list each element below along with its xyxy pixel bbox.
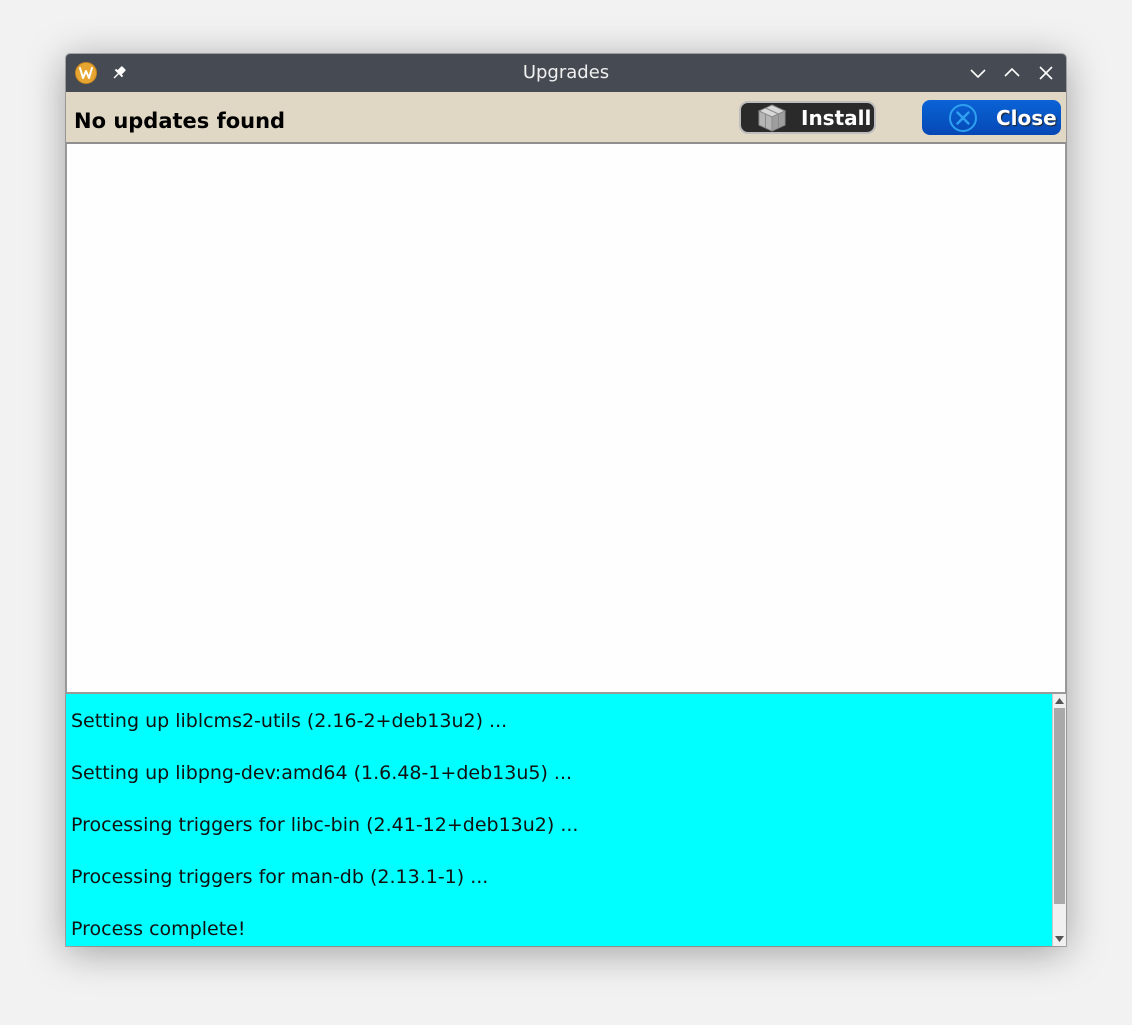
close-button[interactable]: Close	[922, 100, 1061, 135]
upgrades-window: Upgrades No updates found Install Close …	[66, 54, 1066, 946]
log-line: Processing triggers for man-db (2.13.1-1…	[71, 866, 489, 888]
log-scrollbar[interactable]	[1052, 694, 1066, 946]
title-bar[interactable]: Upgrades	[66, 54, 1066, 92]
scroll-down-icon	[1055, 936, 1064, 942]
log-lines: Setting up liblcms2-utils (2.16-2+deb13u…	[71, 710, 1041, 946]
install-button[interactable]: Install	[739, 101, 876, 134]
maximize-button[interactable]	[1002, 63, 1022, 83]
app-logo-icon[interactable]	[75, 62, 97, 84]
close-icon	[1039, 66, 1053, 80]
log-line: Setting up liblcms2-utils (2.16-2+deb13u…	[71, 710, 508, 732]
minimize-button[interactable]	[968, 63, 988, 83]
scroll-down-button[interactable]	[1053, 932, 1066, 946]
log-line: Process complete!	[71, 918, 246, 940]
status-message: No updates found	[74, 109, 286, 133]
log-output[interactable]: Setting up liblcms2-utils (2.16-2+deb13u…	[66, 694, 1066, 946]
close-window-button[interactable]	[1036, 63, 1056, 83]
scroll-up-button[interactable]	[1053, 694, 1066, 708]
pin-icon[interactable]	[110, 64, 128, 82]
scroll-thumb[interactable]	[1054, 708, 1065, 904]
toolbar: No updates found Install Close	[66, 92, 1066, 144]
log-line: Processing triggers for libc-bin (2.41-1…	[71, 814, 579, 836]
scroll-up-icon	[1055, 698, 1064, 704]
window-title: Upgrades	[522, 62, 610, 83]
install-button-label: Install	[801, 105, 872, 130]
maximize-icon	[1004, 67, 1020, 77]
package-box-icon	[755, 101, 789, 134]
log-line: Setting up libpng-dev:amd64 (1.6.48-1+de…	[71, 762, 573, 784]
close-button-label: Close	[996, 105, 1057, 130]
updates-list[interactable]	[66, 144, 1066, 692]
minimize-icon	[970, 69, 986, 79]
circle-x-icon	[948, 103, 978, 133]
